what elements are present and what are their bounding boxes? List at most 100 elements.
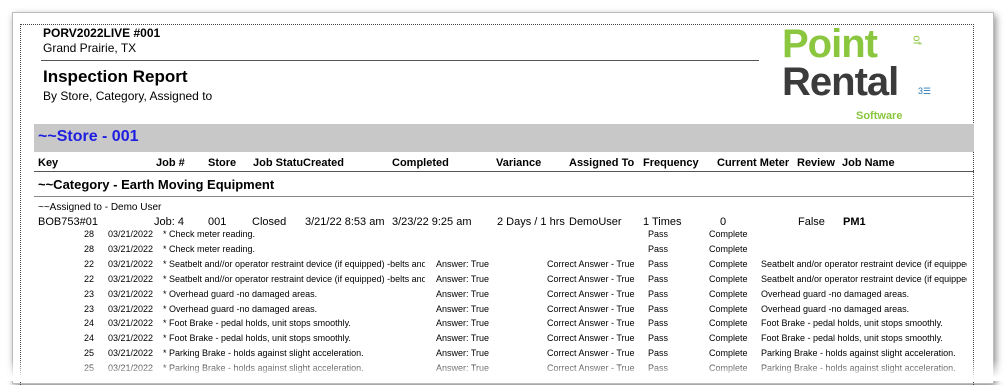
job-variance: 2 Days / 1 hrs: [497, 216, 565, 228]
col-job-no: Job #: [156, 157, 185, 169]
item-result: Pass: [648, 243, 669, 254]
item-answer: Answer: True: [436, 318, 490, 329]
item-text: * Seatbelt and//or operator restraint de…: [163, 258, 425, 269]
item-status: Complete: [709, 229, 748, 239]
job-status: Closed: [252, 216, 287, 228]
job-number: Job: 4: [154, 216, 184, 228]
assigned-group-header: ~~Assigned to - Demo User: [38, 202, 162, 213]
item-status: Complete: [709, 348, 748, 359]
company-name: PORV2022LIVE #001: [43, 26, 161, 40]
table-row: 22 03/21/2022 * Seatbelt and//or operator …: [0, 259, 1007, 274]
item-correct-answer: Correct Answer - True: [547, 288, 635, 299]
item-text: * Seatbelt and//or operator restraint de…: [163, 273, 425, 284]
table-row: 23 03/21/2022 * Overhead guard -no damaged…: [0, 304, 1007, 319]
col-job-name: Job Name: [842, 157, 895, 169]
item-text: * Overhead guard -no damaged areas.: [163, 288, 318, 299]
table-row: 24 03/21/2022 * Foot Brake - pedal holds, …: [0, 333, 1007, 348]
company-city: Grand Prairie, TX: [43, 41, 137, 55]
item-id: 28: [84, 243, 95, 254]
store-label: ~~Store - 001: [38, 128, 139, 145]
job-frequency: 1 Times: [643, 216, 682, 228]
item-date: 03/21/2022: [108, 229, 154, 239]
col-review: Review: [797, 157, 835, 169]
page-bottom-fade: [0, 360, 1007, 381]
item-result: Pass: [648, 348, 669, 359]
table-row: 22 03/21/2022 * Seatbelt and//or operator …: [0, 274, 1007, 289]
item-status: Complete: [709, 288, 748, 299]
col-frequency: Frequency: [643, 157, 699, 169]
item-answer: Answer: True: [436, 288, 490, 299]
item-answer: Answer: True: [436, 273, 490, 284]
item-description: Seatbelt and/or operator restraint devic…: [761, 273, 967, 284]
item-description: Foot Brake - pedal holds, unit stops smo…: [761, 318, 943, 329]
item-description: Overhead guard -no damaged areas.: [761, 288, 910, 299]
job-completed: 3/23/22 9:25 am: [392, 216, 472, 228]
item-result: Pass: [648, 273, 669, 284]
job-assigned: DemoUser: [569, 216, 622, 228]
item-correct-answer: Correct Answer - True: [547, 258, 635, 269]
item-result: Pass: [648, 288, 669, 299]
item-correct-answer: Correct Answer - True: [547, 303, 635, 314]
item-id: 24: [84, 318, 95, 329]
col-job-status: Job Statu: [253, 157, 304, 169]
col-variance: Variance: [496, 157, 542, 169]
item-correct-answer: Correct Answer - True: [547, 333, 635, 344]
item-result: Pass: [648, 229, 669, 239]
table-row: 28 03/21/2022 * Check meter reading. Pass Co…: [0, 244, 1007, 259]
store-group-header: ~~Store - 001: [34, 124, 974, 152]
item-date: 03/21/2022: [108, 243, 154, 254]
col-assigned-to: Assigned To: [569, 157, 635, 169]
item-text: * Foot Brake - pedal holds, unit stops s…: [163, 333, 351, 344]
item-date: 03/21/2022: [108, 258, 154, 269]
item-id: 22: [84, 273, 95, 284]
item-result: Pass: [648, 333, 669, 344]
item-id: 24: [84, 333, 95, 344]
item-date: 03/21/2022: [108, 303, 154, 314]
item-text: * Overhead guard -no damaged areas.: [163, 303, 318, 314]
item-date: 03/21/2022: [108, 273, 154, 284]
item-answer: Answer: True: [436, 303, 490, 314]
item-answer: Answer: True: [436, 258, 490, 269]
category-divider: [34, 196, 974, 197]
item-id: 23: [84, 303, 95, 314]
item-result: Pass: [648, 258, 669, 269]
item-date: 03/21/2022: [108, 318, 154, 329]
job-review: False: [798, 216, 825, 228]
report-subtitle: By Store, Category, Assigned to: [43, 89, 213, 103]
item-id: 22: [84, 258, 95, 269]
job-created: 3/21/22 8:53 am: [305, 216, 385, 228]
col-created: Created: [303, 157, 344, 169]
item-correct-answer: Correct Answer - True: [547, 318, 635, 329]
item-text: * Foot Brake - pedal holds, unit stops s…: [163, 318, 351, 329]
item-id: 23: [84, 288, 95, 299]
item-status: Complete: [709, 318, 748, 329]
item-date: 03/21/2022: [108, 333, 154, 344]
header-divider: [41, 60, 759, 61]
column-header-divider: [34, 171, 974, 172]
item-status: Complete: [709, 243, 748, 254]
item-date: 03/21/2022: [108, 348, 154, 359]
item-text: * Check meter reading.: [163, 229, 256, 239]
col-key: Key: [38, 157, 59, 169]
col-store: Store: [208, 157, 237, 169]
item-date: 03/21/2022: [108, 288, 154, 299]
item-description: Overhead guard -no damaged areas.: [761, 303, 910, 314]
col-completed: Completed: [392, 157, 449, 169]
item-id: 28: [84, 229, 95, 239]
col-current-meter: Current Meter: [717, 157, 790, 169]
point-of-rental-logo: Point of Rental 3☰ Software: [782, 22, 932, 122]
item-text: * Parking Brake - holds against slight a…: [163, 348, 364, 359]
job-key: BOB753#01: [38, 216, 98, 228]
job-meter: 0: [720, 216, 727, 228]
item-id: 25: [84, 348, 95, 359]
job-name: PM1: [843, 216, 866, 228]
item-status: Complete: [709, 273, 748, 284]
item-answer: Answer: True: [436, 333, 490, 344]
item-answer: Answer: True: [436, 348, 490, 359]
item-description: Parking Brake - holds against slight acc…: [761, 348, 956, 359]
item-correct-answer: Correct Answer - True: [547, 273, 635, 284]
item-correct-answer: Correct Answer - True: [547, 348, 635, 359]
job-store: 001: [208, 216, 227, 228]
table-row: 23 03/21/2022 * Overhead guard -no damaged…: [0, 289, 1007, 304]
item-description: Foot Brake - pedal holds, unit stops smo…: [761, 333, 943, 344]
